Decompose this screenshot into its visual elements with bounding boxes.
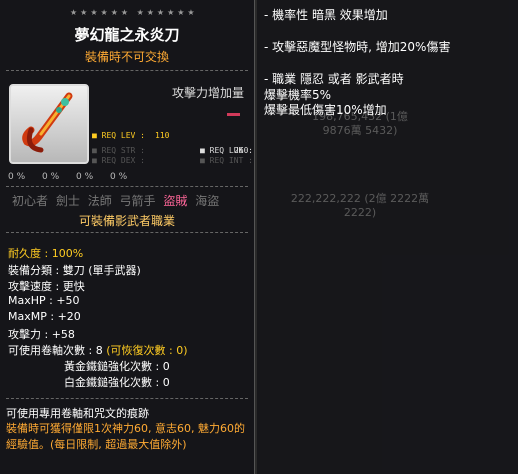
req-luk-value: 260 (234, 146, 249, 155)
attack-increase-indicator (227, 113, 240, 116)
potential-line-1: - 機率性 暗黑 效果增加 (264, 8, 388, 22)
attack-power: 攻擊力 : +58 (8, 328, 75, 341)
max-hp: MaxHP : +50 (8, 294, 80, 307)
background-meso-text: 222,222,222 (2億 2222萬 2222) (290, 192, 430, 219)
star-force-stars: ★★★★★★ ★★★★★★ (70, 8, 198, 17)
potential-line-3: - 職業 隱忍 或者 影武者時 (264, 72, 404, 86)
job-magician: 法師 (87, 194, 112, 208)
trade-restriction: 裝備時不可交換 (84, 50, 169, 64)
job-bowman: 弓箭手 (119, 194, 156, 208)
job-beginner: 初心者 (12, 194, 49, 208)
divider (6, 186, 248, 187)
job-thief: 盜賊 (163, 194, 188, 208)
item-description: 可使用專用卷軸和咒文的痕跡 (6, 407, 149, 420)
potential-line-2: - 攻擊惡魔型怪物時, 增加20%傷害 (264, 40, 451, 54)
req-dex-label: ■ REQ DEX : (92, 156, 145, 165)
item-name: 夢幻龍之永炎刀 (74, 26, 180, 44)
effect-icons-row: 0 % 0 % 0 % 0 % (8, 172, 248, 182)
divider (6, 70, 248, 71)
job-note: 可裝備影武者職業 (78, 214, 175, 228)
durability: 耐久度 : 100% (8, 247, 84, 260)
divider (6, 398, 248, 399)
job-warrior: 劍士 (55, 194, 80, 208)
req-lev-label: ■ REQ LEV : (92, 131, 145, 140)
potential-line-3-crit-min: 爆擊最低傷害10%增加 (264, 103, 387, 117)
platinum-hammer-count: 白金鐵鎚強化次數 : 0 (64, 376, 170, 389)
divider (6, 232, 248, 233)
effect-icon-4: 0 % (110, 172, 128, 182)
item-tooltip: ★★★★★★ ★★★★★★ 夢幻龍之永炎刀 裝備時不可交換 攻擊力增加量 ■ R… (0, 0, 255, 474)
effect-icon-3: 0 % (76, 172, 94, 182)
attack-speed: 攻擊速度 : 更快 (8, 280, 85, 293)
max-mp: MaxMP : +20 (8, 310, 81, 323)
req-str-label: ■ REQ STR : (92, 146, 145, 155)
job-list: 初心者 劍士 法師 弓箭手 盜賊 海盜 (12, 192, 223, 209)
req-lev-value: 110 (155, 131, 170, 140)
equip-class: 裝備分類 : 雙刀 (單手武器) (8, 264, 141, 277)
dual-blade-icon (22, 92, 73, 153)
upgrade-slots-recover: (可恢復次數 : 0) (106, 344, 188, 357)
job-pirate: 海盜 (195, 194, 220, 208)
item-description-bonus: 裝備時可獲得僅限1次神力60, 意志60, 魅力60的經驗值。(每日限制, 超過… (6, 422, 245, 451)
item-icon (9, 84, 89, 164)
effect-icon-2: 0 % (42, 172, 60, 182)
req-int-label: ■ REQ INT : (200, 156, 253, 165)
upgrade-slots: 可使用卷軸次數 : 8 (可恢復次數 : 0) (8, 344, 188, 357)
gold-hammer-count: 黃金鐵鎚強化次數 : 0 (64, 360, 170, 373)
attack-increase-label: 攻擊力增加量 (172, 86, 245, 100)
effect-icon-1: 0 % (8, 172, 26, 182)
